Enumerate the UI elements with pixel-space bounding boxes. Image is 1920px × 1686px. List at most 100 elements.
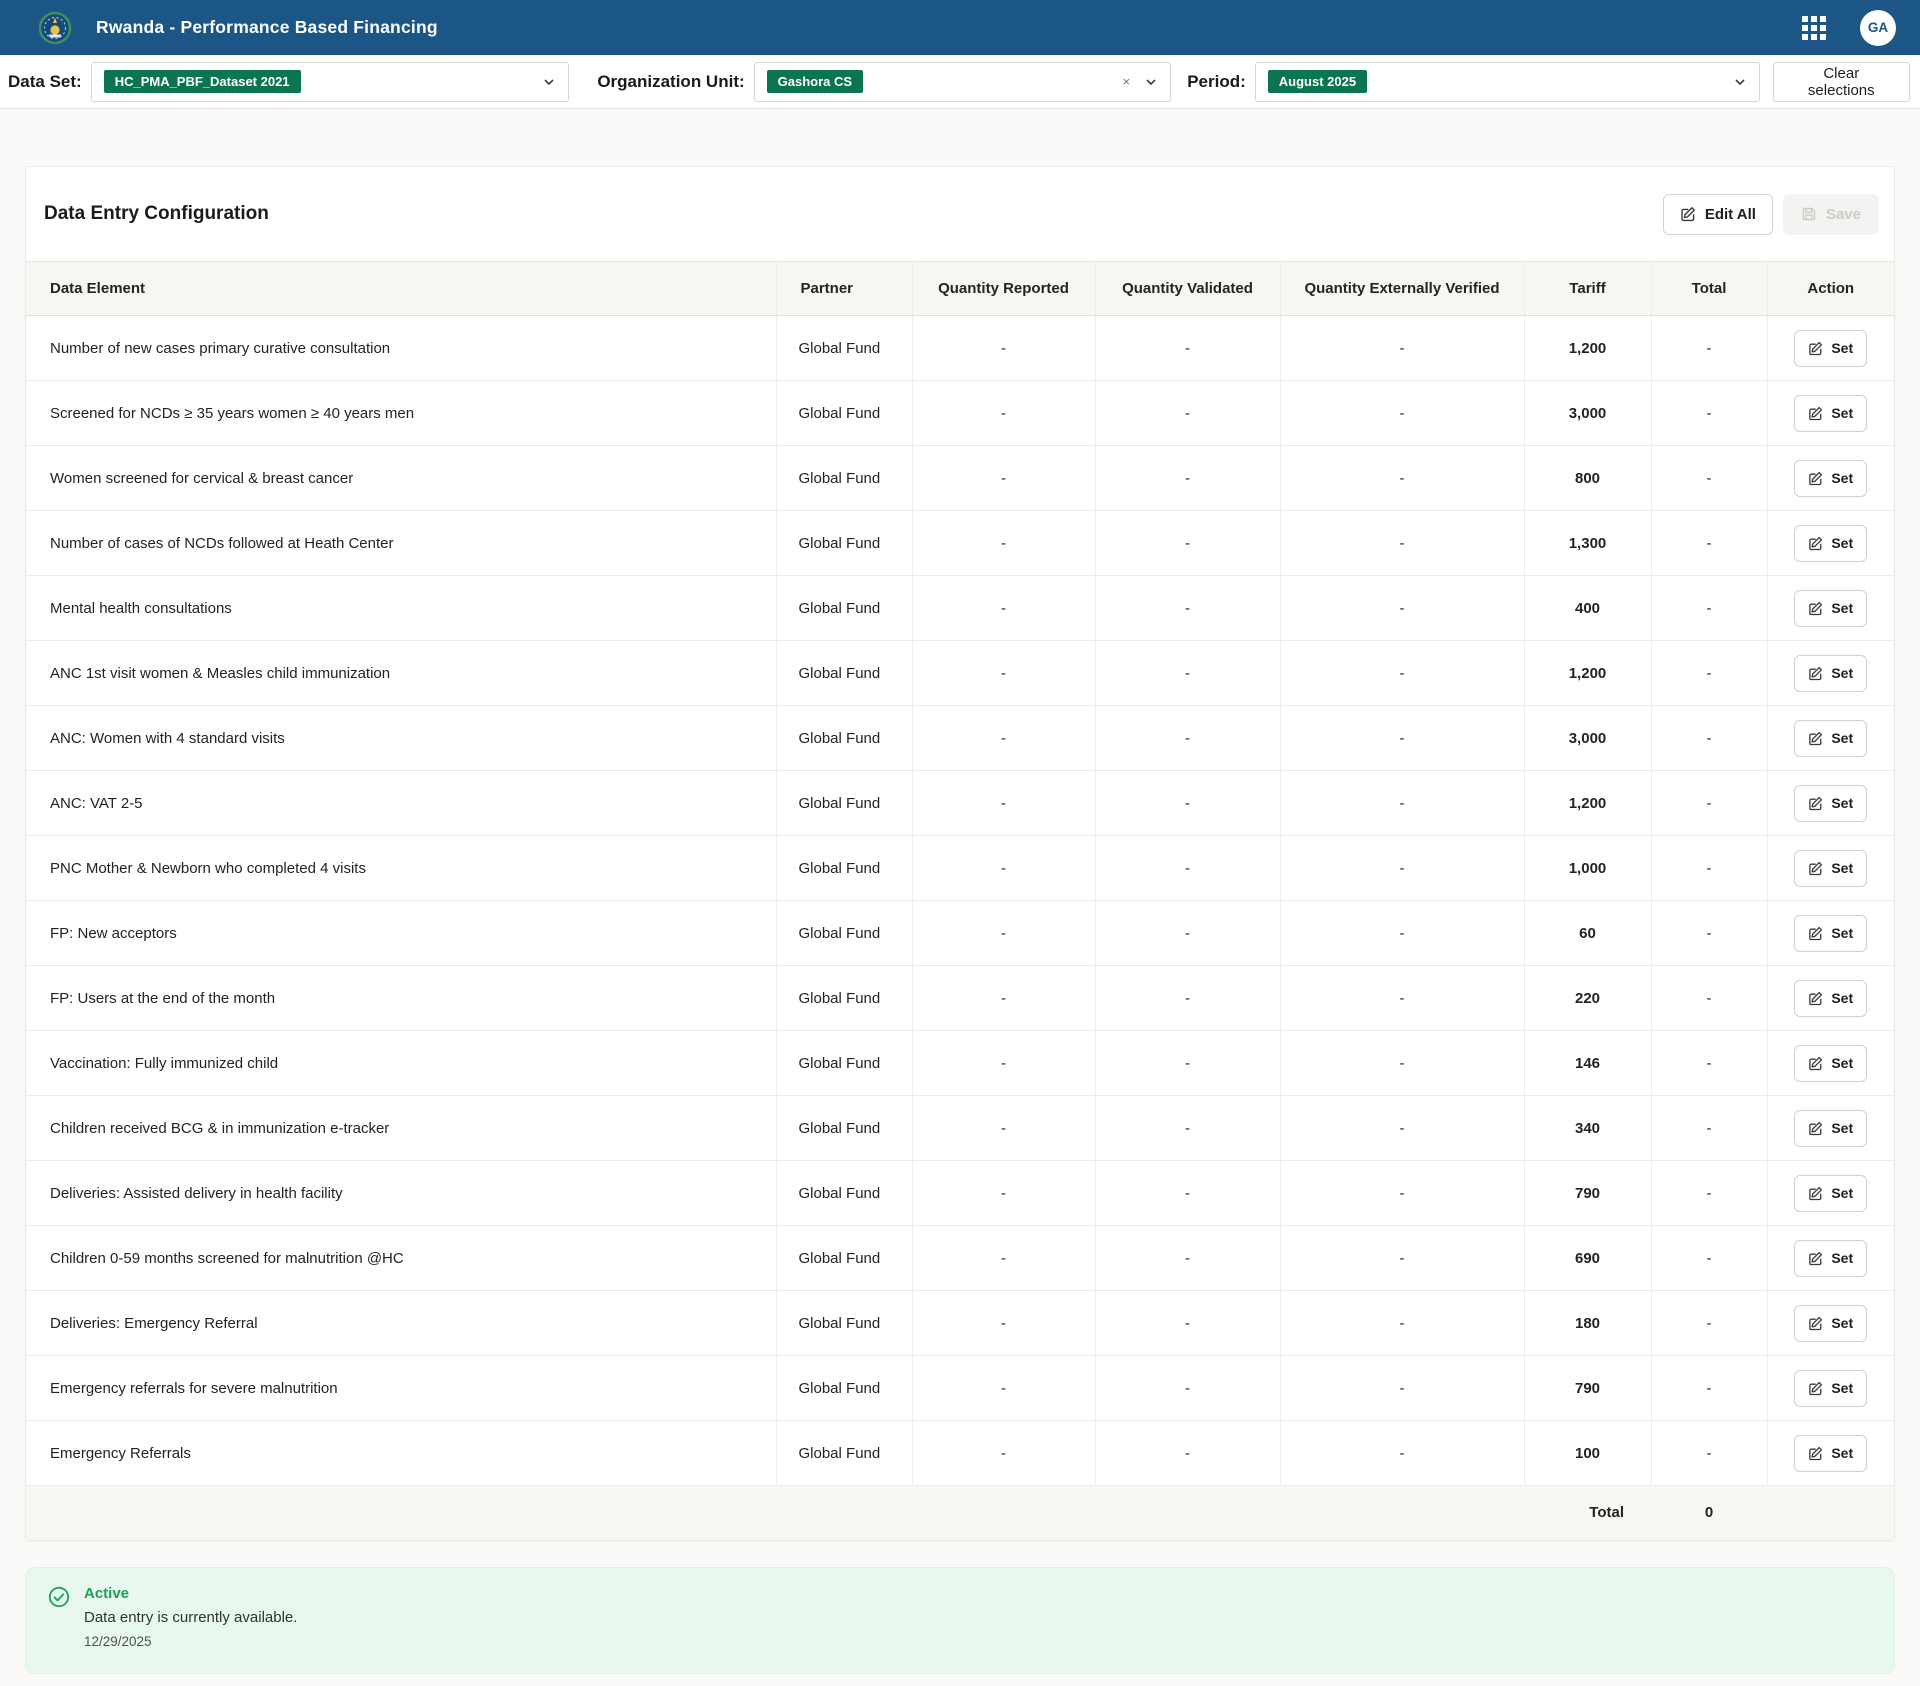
rwanda-logo bbox=[36, 9, 74, 47]
column-header-action: Action bbox=[1767, 262, 1894, 316]
chevron-down-icon bbox=[1144, 75, 1158, 89]
set-button[interactable]: Set bbox=[1794, 1240, 1867, 1277]
partner-cell: Global Fund bbox=[776, 1096, 912, 1161]
set-button[interactable]: Set bbox=[1794, 720, 1867, 757]
data-element-cell: FP: Users at the end of the month bbox=[26, 966, 776, 1031]
quantity-reported-cell: - bbox=[912, 1356, 1095, 1421]
set-button[interactable]: Set bbox=[1794, 1435, 1867, 1472]
tariff-cell: 146 bbox=[1524, 1031, 1651, 1096]
save-button: Save bbox=[1783, 194, 1879, 235]
tariff-cell: 790 bbox=[1524, 1356, 1651, 1421]
period-select[interactable]: August 2025 bbox=[1255, 62, 1760, 102]
table-row: Mental health consultations Global Fund … bbox=[26, 576, 1894, 641]
clear-selections-button[interactable]: Clear selections bbox=[1773, 62, 1910, 102]
data-element-cell: Number of cases of NCDs followed at Heat… bbox=[26, 511, 776, 576]
tariff-cell: 60 bbox=[1524, 901, 1651, 966]
quantity-externally-verified-cell: - bbox=[1280, 1421, 1524, 1486]
set-button[interactable]: Set bbox=[1794, 590, 1867, 627]
tariff-cell: 790 bbox=[1524, 1161, 1651, 1226]
table-row: Emergency referrals for severe malnutrit… bbox=[26, 1356, 1894, 1421]
quantity-externally-verified-cell: - bbox=[1280, 641, 1524, 706]
set-button[interactable]: Set bbox=[1794, 980, 1867, 1017]
edit-icon bbox=[1808, 406, 1823, 421]
tariff-cell: 220 bbox=[1524, 966, 1651, 1031]
quantity-reported-cell: - bbox=[912, 1031, 1095, 1096]
edit-icon bbox=[1808, 1316, 1823, 1331]
set-button[interactable]: Set bbox=[1794, 915, 1867, 952]
edit-icon bbox=[1808, 471, 1823, 486]
apps-grid-icon[interactable] bbox=[1802, 16, 1826, 40]
org-unit-clear-icon[interactable]: × bbox=[1123, 74, 1131, 89]
org-unit-chip: Gashora CS bbox=[767, 70, 863, 93]
set-button[interactable]: Set bbox=[1794, 525, 1867, 562]
app-title: Rwanda - Performance Based Financing bbox=[96, 17, 438, 38]
quantity-validated-cell: - bbox=[1095, 1226, 1280, 1291]
set-button-label: Set bbox=[1831, 1380, 1853, 1396]
edit-icon bbox=[1808, 1251, 1823, 1266]
column-header-quantity-validated: Quantity Validated bbox=[1095, 262, 1280, 316]
data-element-cell: FP: New acceptors bbox=[26, 901, 776, 966]
filter-bar: Data Set: HC_PMA_PBF_Dataset 2021 Organi… bbox=[0, 55, 1920, 109]
data-entry-configuration-card: Data Entry Configuration Edit All Save D… bbox=[25, 166, 1895, 1541]
quantity-reported-cell: - bbox=[912, 446, 1095, 511]
partner-cell: Global Fund bbox=[776, 641, 912, 706]
check-circle-icon bbox=[48, 1586, 70, 1673]
quantity-validated-cell: - bbox=[1095, 1291, 1280, 1356]
set-button-label: Set bbox=[1831, 470, 1853, 486]
quantity-externally-verified-cell: - bbox=[1280, 706, 1524, 771]
set-button[interactable]: Set bbox=[1794, 1305, 1867, 1342]
tariff-cell: 340 bbox=[1524, 1096, 1651, 1161]
set-button[interactable]: Set bbox=[1794, 1110, 1867, 1147]
total-cell: - bbox=[1651, 1356, 1767, 1421]
quantity-validated-cell: - bbox=[1095, 1356, 1280, 1421]
set-button-label: Set bbox=[1831, 1315, 1853, 1331]
set-button-label: Set bbox=[1831, 535, 1853, 551]
quantity-validated-cell: - bbox=[1095, 836, 1280, 901]
action-cell: Set bbox=[1767, 1226, 1894, 1291]
partner-cell: Global Fund bbox=[776, 316, 912, 381]
set-button[interactable]: Set bbox=[1794, 330, 1867, 367]
set-button[interactable]: Set bbox=[1794, 850, 1867, 887]
edit-icon bbox=[1680, 206, 1696, 222]
data-element-cell: Children 0-59 months screened for malnut… bbox=[26, 1226, 776, 1291]
tariff-cell: 100 bbox=[1524, 1421, 1651, 1486]
data-element-cell: ANC: VAT 2-5 bbox=[26, 771, 776, 836]
set-button[interactable]: Set bbox=[1794, 1175, 1867, 1212]
set-button[interactable]: Set bbox=[1794, 395, 1867, 432]
quantity-validated-cell: - bbox=[1095, 1031, 1280, 1096]
edit-all-label: Edit All bbox=[1705, 206, 1756, 223]
action-cell: Set bbox=[1767, 381, 1894, 446]
total-cell: - bbox=[1651, 1161, 1767, 1226]
top-navbar: Rwanda - Performance Based Financing GA bbox=[0, 0, 1920, 55]
action-cell: Set bbox=[1767, 1096, 1894, 1161]
data-set-select[interactable]: HC_PMA_PBF_Dataset 2021 bbox=[91, 62, 570, 102]
data-element-cell: PNC Mother & Newborn who completed 4 vis… bbox=[26, 836, 776, 901]
quantity-externally-verified-cell: - bbox=[1280, 381, 1524, 446]
card-header: Data Entry Configuration Edit All Save bbox=[26, 167, 1894, 261]
quantity-externally-verified-cell: - bbox=[1280, 1356, 1524, 1421]
org-unit-select[interactable]: Gashora CS × bbox=[754, 62, 1172, 102]
tariff-cell: 1,200 bbox=[1524, 316, 1651, 381]
partner-cell: Global Fund bbox=[776, 1161, 912, 1226]
set-button[interactable]: Set bbox=[1794, 460, 1867, 497]
edit-all-button[interactable]: Edit All bbox=[1663, 194, 1773, 235]
partner-cell: Global Fund bbox=[776, 1031, 912, 1096]
quantity-externally-verified-cell: - bbox=[1280, 576, 1524, 641]
set-button[interactable]: Set bbox=[1794, 655, 1867, 692]
quantity-reported-cell: - bbox=[912, 771, 1095, 836]
total-cell: - bbox=[1651, 1291, 1767, 1356]
set-button[interactable]: Set bbox=[1794, 785, 1867, 822]
quantity-validated-cell: - bbox=[1095, 576, 1280, 641]
set-button[interactable]: Set bbox=[1794, 1370, 1867, 1407]
user-avatar[interactable]: GA bbox=[1860, 10, 1896, 46]
total-cell: - bbox=[1651, 1226, 1767, 1291]
column-header-quantity-externally-verified: Quantity Externally Verified bbox=[1280, 262, 1524, 316]
chevron-down-icon bbox=[542, 75, 556, 89]
edit-icon bbox=[1808, 1186, 1823, 1201]
period-chip: August 2025 bbox=[1268, 70, 1367, 93]
partner-cell: Global Fund bbox=[776, 381, 912, 446]
partner-cell: Global Fund bbox=[776, 771, 912, 836]
quantity-externally-verified-cell: - bbox=[1280, 1226, 1524, 1291]
data-element-cell: Deliveries: Assisted delivery in health … bbox=[26, 1161, 776, 1226]
set-button[interactable]: Set bbox=[1794, 1045, 1867, 1082]
